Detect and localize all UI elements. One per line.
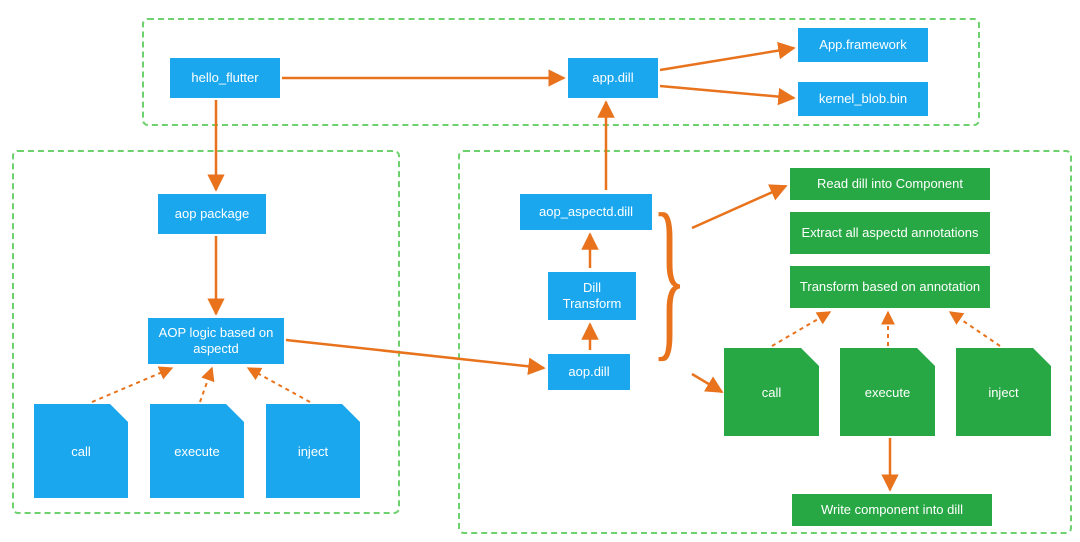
node-aop-dill: aop.dill xyxy=(548,354,630,390)
brace-icon: } xyxy=(652,214,687,340)
node-extract-ann: Extract all aspectd annotations xyxy=(790,212,990,254)
file-call-left: call xyxy=(34,404,128,498)
node-kernel-blob: kernel_blob.bin xyxy=(798,82,928,116)
file-execute-left: execute xyxy=(150,404,244,498)
node-app-dill: app.dill xyxy=(568,58,658,98)
node-aop-logic: AOP logic based on aspectd xyxy=(148,318,284,364)
node-dill-transform: Dill Transform xyxy=(548,272,636,320)
file-inject-right: inject xyxy=(956,348,1051,436)
file-inject-left: inject xyxy=(266,404,360,498)
node-transform-ann: Transform based on annotation xyxy=(790,266,990,308)
file-execute-right: execute xyxy=(840,348,935,436)
node-read-dill: Read dill into Component xyxy=(790,168,990,200)
node-aop-aspectd-dill: aop_aspectd.dill xyxy=(520,194,652,230)
node-write-comp: Write component into dill xyxy=(792,494,992,526)
node-aop-package: aop package xyxy=(158,194,266,234)
node-app-framework: App.framework xyxy=(798,28,928,62)
file-call-right: call xyxy=(724,348,819,436)
node-hello-flutter: hello_flutter xyxy=(170,58,280,98)
